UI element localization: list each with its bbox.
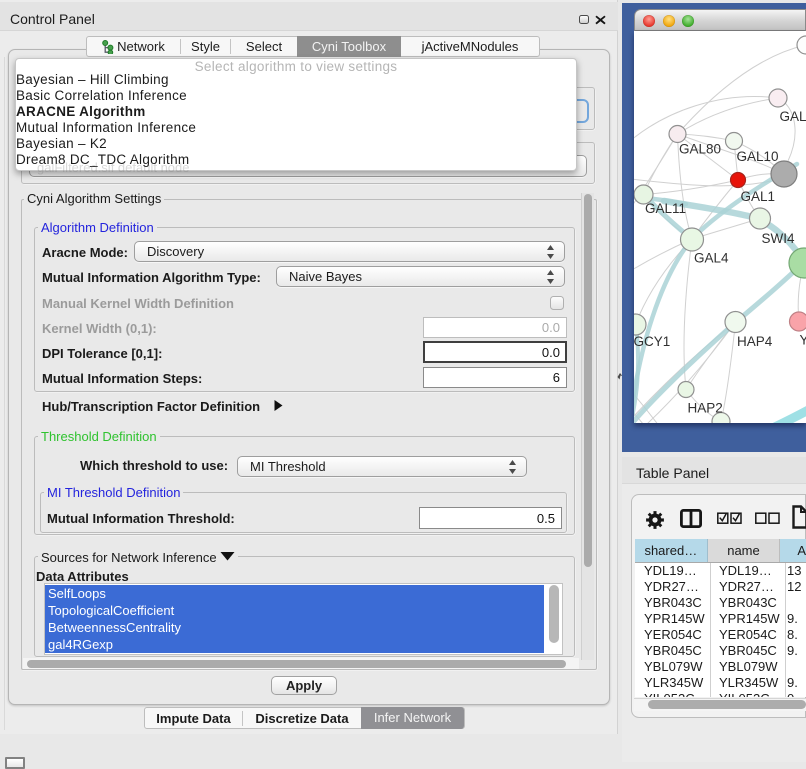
svg-text:GAL4: GAL4 <box>694 251 729 266</box>
svg-text:HAP2: HAP2 <box>688 401 723 416</box>
svg-text:SWI4: SWI4 <box>762 231 795 246</box>
svg-text:GAL7: GAL7 <box>780 109 806 124</box>
svg-text:GCY1: GCY1 <box>634 334 670 349</box>
svg-text:GAL80: GAL80 <box>679 142 721 157</box>
svg-text:GAL11: GAL11 <box>645 201 686 216</box>
svg-text:GAL10: GAL10 <box>737 149 779 164</box>
svg-text:Y: Y <box>800 333 806 348</box>
svg-text:HAP4: HAP4 <box>737 334 773 349</box>
svg-text:GAL1: GAL1 <box>741 189 776 204</box>
